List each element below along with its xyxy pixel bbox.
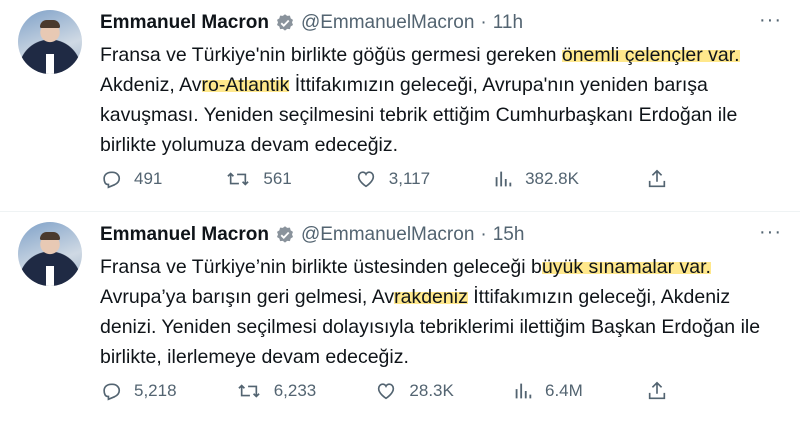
author-handle[interactable]: @EmmanuelMacron <box>301 12 474 34</box>
tweet-text-segment: Avrupa’ya barışın geri gelmesi, Av <box>100 286 395 308</box>
tweet-text: Fransa ve Türkiye'nin birlikte göğüs ger… <box>100 40 780 160</box>
like-button[interactable]: 28.3K <box>375 380 454 402</box>
verified-badge-icon <box>275 225 295 245</box>
avatar-hair <box>40 232 60 240</box>
verified-badge-icon <box>275 13 295 33</box>
avatar-hair <box>40 20 60 28</box>
views-count: 382.8K <box>525 169 579 188</box>
retweet-count: 561 <box>263 169 292 188</box>
tweet-text: Fransa ve Türkiye’nin birlikte üstesinde… <box>100 252 780 372</box>
tweet-content: Emmanuel Macron @EmmanuelMacron · 15h ··… <box>100 222 782 423</box>
retweet-icon <box>238 384 260 398</box>
reply-count: 5,218 <box>134 381 177 400</box>
share-button[interactable] <box>646 380 680 402</box>
tweet-header: Emmanuel Macron @EmmanuelMacron · 11h <box>100 10 782 36</box>
timestamp[interactable]: 15h <box>493 224 525 246</box>
retweet-count: 6,233 <box>273 381 317 400</box>
highlighted-text: önemli çelençler var. <box>561 44 740 66</box>
tweet-text-segment: Akdeniz, Av <box>100 74 202 96</box>
action-bar: 5,218 6,233 28.3K 6.4M <box>100 380 680 402</box>
highlighted-text: ro-Atlantik <box>201 74 290 96</box>
separator: · <box>480 224 487 245</box>
like-icon <box>357 171 374 188</box>
timestamp[interactable]: 11h <box>493 12 523 34</box>
separator: · <box>480 12 487 33</box>
author-name[interactable]: Emmanuel Macron <box>100 224 269 246</box>
author-handle[interactable]: @EmmanuelMacron <box>301 224 474 246</box>
action-bar: 491 561 3,117 382.8K <box>100 168 680 190</box>
retweet-button[interactable]: 561 <box>225 168 292 190</box>
more-icon[interactable]: ··· <box>759 222 782 242</box>
share-button[interactable] <box>646 168 680 190</box>
avatar-shirt <box>46 54 54 74</box>
highlighted-text: rakdeniz <box>394 286 468 308</box>
views-count: 6.4M <box>545 381 583 400</box>
tweet-header: Emmanuel Macron @EmmanuelMacron · 15h <box>100 222 782 248</box>
like-count: 3,117 <box>388 169 431 188</box>
like-button[interactable]: 3,117 <box>355 168 430 190</box>
views-button[interactable]: 6.4M <box>513 380 583 402</box>
avatar[interactable] <box>18 10 82 74</box>
share-icon <box>648 169 666 188</box>
reply-button[interactable]: 491 <box>100 168 162 190</box>
timeline: Emmanuel Macron @EmmanuelMacron · 11h ··… <box>0 0 800 423</box>
tweet-text-segment: Fransa ve Türkiye'nin birlikte göğüs ger… <box>100 44 562 66</box>
tweet[interactable]: Emmanuel Macron @EmmanuelMacron · 15h ··… <box>0 211 800 423</box>
retweet-button[interactable]: 6,233 <box>236 380 317 402</box>
avatar-shirt <box>46 266 54 286</box>
tweet-text-segment: Fransa ve Türkiye’nin birlikte üstesinde… <box>100 256 542 278</box>
avatar[interactable] <box>18 222 82 286</box>
like-icon <box>378 383 395 400</box>
reply-icon <box>103 171 121 189</box>
highlighted-text: üyük sınamalar var. <box>541 256 711 278</box>
reply-count: 491 <box>134 169 163 188</box>
views-icon <box>495 171 512 187</box>
author-name[interactable]: Emmanuel Macron <box>100 12 269 34</box>
share-icon <box>648 381 666 400</box>
tweet[interactable]: Emmanuel Macron @EmmanuelMacron · 11h ··… <box>0 0 800 211</box>
retweet-icon <box>227 172 250 186</box>
more-icon[interactable]: ··· <box>759 10 782 30</box>
reply-icon <box>103 383 121 401</box>
tweet-content: Emmanuel Macron @EmmanuelMacron · 11h ··… <box>100 10 782 211</box>
like-count: 28.3K <box>409 381 454 400</box>
views-icon <box>515 383 532 399</box>
views-button[interactable]: 382.8K <box>493 168 579 190</box>
reply-button[interactable]: 5,218 <box>100 380 177 402</box>
